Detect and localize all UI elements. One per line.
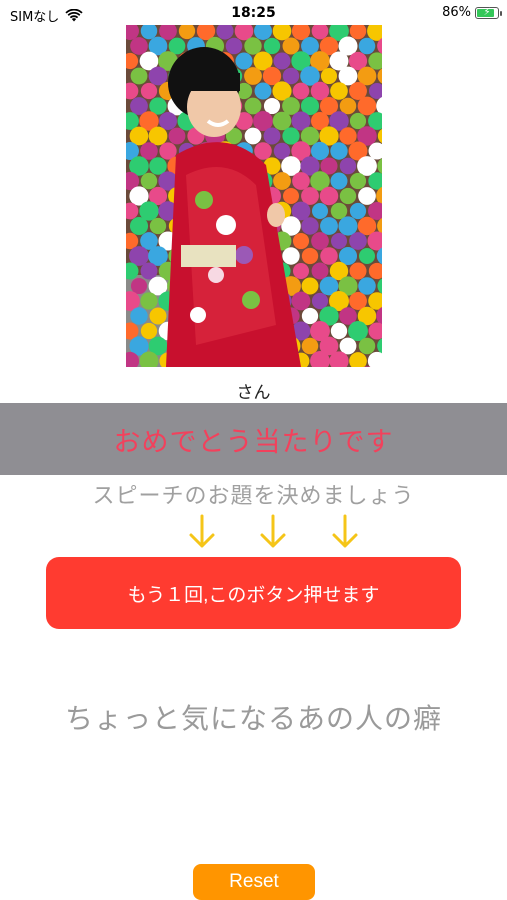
knit-ball [244,67,262,85]
knit-ball [301,277,319,295]
knit-ball [291,291,311,311]
knit-ball [168,127,186,145]
knit-ball [301,247,319,265]
knit-ball [225,37,243,55]
retry-button[interactable]: もう１回,このボタン押せます [46,557,461,629]
knit-ball [282,127,300,145]
knit-ball [235,52,253,70]
knit-ball [311,232,329,250]
knit-ball [330,322,348,340]
knit-ball [320,67,338,85]
knit-ball [292,262,310,280]
knit-ball [339,127,357,145]
knit-ball [358,277,376,295]
battery-percent: 86% [442,5,471,20]
knit-ball [130,277,148,295]
knit-ball [292,172,310,190]
knit-ball [149,217,167,235]
bolt-icon: ⚡ [483,6,491,18]
arrow-group [0,514,507,554]
knit-ball [358,187,376,205]
knit-ball [282,37,300,55]
battery-group: 86% ⚡ [442,5,502,20]
clock: 18:25 [231,5,276,21]
knit-ball [339,157,357,175]
knit-ball [292,232,310,250]
knit-ball [349,202,367,220]
knit-ball [358,247,376,265]
knit-ball [272,111,292,131]
knit-ball [339,187,357,205]
knit-ball [358,37,376,55]
arrow-down-icon [260,514,286,548]
knit-ball [140,172,158,190]
knit-ball [330,202,348,220]
knit-ball [149,157,167,175]
knit-ball [330,232,348,250]
knit-ball [349,172,367,190]
knit-ball [282,247,300,265]
knit-ball [301,337,319,355]
knit-ball [129,216,149,236]
knit-ball [254,82,272,100]
knit-ball [319,186,339,206]
knit-ball [263,127,281,145]
retry-button-label: もう１回,このボタン押せます [127,584,380,606]
knit-ball [311,202,329,220]
knit-ball [311,292,329,310]
battery-charging-icon: ⚡ [475,6,502,19]
knit-ball [149,307,167,325]
name-label: さん [236,383,271,403]
knit-ball [263,37,281,55]
knit-ball [140,82,158,100]
knit-ball [140,322,158,340]
knit-ball [349,262,367,280]
arrow-down-icon [189,514,215,548]
status-bar: SIMなし 18:25 86% ⚡ [0,0,507,28]
knit-ball [320,217,338,235]
knit-ball [292,82,310,100]
knit-ball [320,247,338,265]
knit-ball [273,172,291,190]
knit-ball [311,262,329,280]
knit-ball [244,127,262,145]
knit-ball [330,82,348,100]
winner-photo [126,25,382,367]
knit-ball [148,66,168,86]
reset-button-label: Reset [229,871,279,892]
knit-ball [349,112,367,130]
knit-ball [159,112,177,130]
reset-button[interactable]: Reset [193,864,315,900]
knit-ball [130,307,148,325]
knit-ball [301,217,319,235]
knit-ball [244,97,262,115]
knit-ball [282,67,300,85]
knit-ball [349,232,367,250]
knit-ball [330,142,348,160]
photo-image [126,25,382,367]
knit-ball [358,337,376,355]
knit-ball [357,96,377,116]
knit-ball [301,307,319,325]
arrow-down-icon [332,514,358,548]
knit-ball [339,97,357,115]
knit-ball [130,37,148,55]
knit-ball [273,52,291,70]
knit-ball [130,67,148,85]
knit-ball [244,37,262,55]
knit-ball [338,216,358,236]
knit-ball [140,262,158,280]
knit-ball [348,321,368,341]
knit-ball [330,172,348,190]
knit-ball [140,292,158,310]
subtitle-text: スピーチのお題を決めましょう [92,484,415,509]
banner-text: おめでとう当たりです [113,426,394,458]
result-banner: おめでとう当たりです [0,403,507,475]
speech-topic: ちょっと気になるあの人の癖 [64,702,442,735]
knit-ball [282,187,300,205]
